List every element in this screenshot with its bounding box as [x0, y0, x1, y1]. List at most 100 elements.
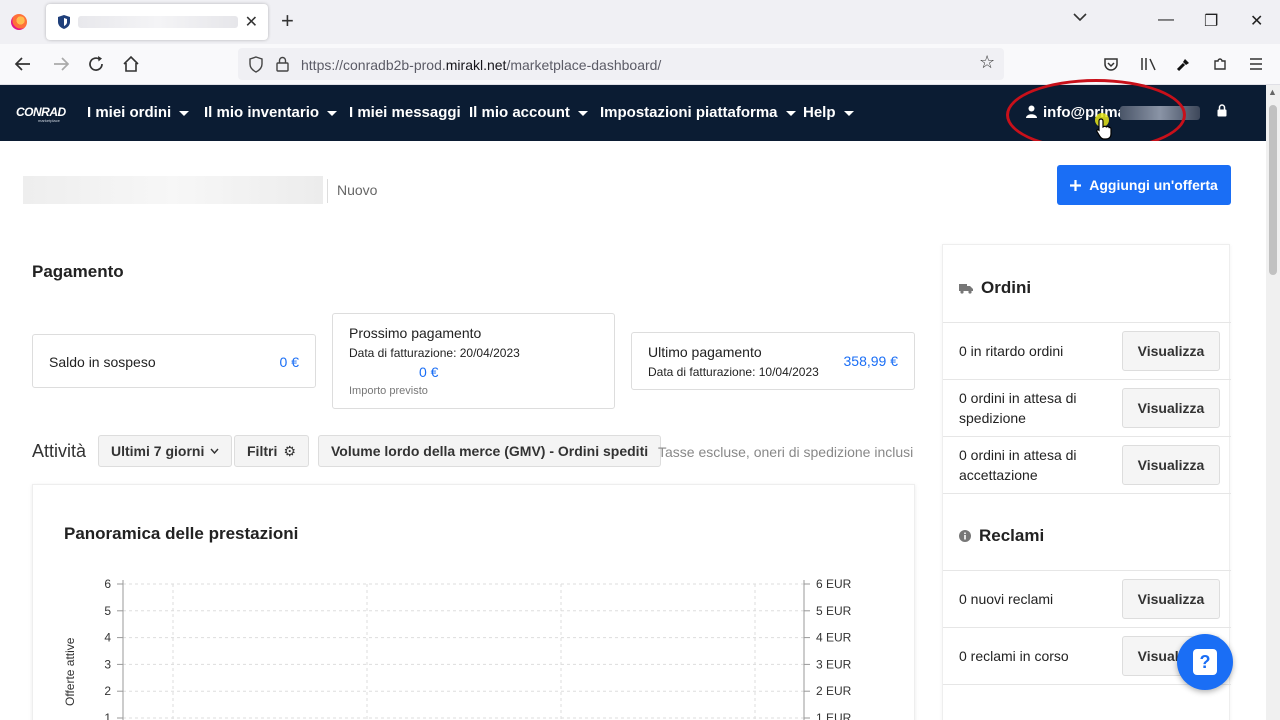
claims-title: Reclami — [979, 526, 1045, 545]
url-text: https://conradb2b-prod.mirakl.net/market… — [301, 57, 662, 73]
scroll-thumb[interactable] — [1269, 105, 1277, 275]
caret-down-icon — [577, 110, 588, 116]
page-content: Nuovo Aggiungi un'offerta Pagamento Sald… — [0, 141, 1266, 720]
caret-down-icon — [327, 110, 338, 116]
y-tick-label: 3 — [104, 657, 111, 671]
pending-balance-card: Saldo in sospeso 0 € — [32, 334, 316, 388]
library-icon[interactable] — [1140, 56, 1158, 72]
orders-title: Ordini — [981, 278, 1032, 297]
y-tick-label: 2 — [104, 684, 111, 698]
divider — [327, 179, 328, 203]
filters-button[interactable]: Filtri ⚙ — [234, 435, 309, 467]
list-item: 0 in ritardo ordini Visualizza — [943, 322, 1231, 379]
scroll-up-icon[interactable]: ▲ — [1268, 87, 1277, 97]
y2-tick-label: 5 EUR — [816, 604, 852, 618]
orders-late-text: 0 in ritardo ordini — [959, 343, 1064, 359]
home-icon[interactable] — [122, 55, 140, 73]
page-scrollbar[interactable]: ▲ — [1266, 85, 1280, 720]
next-payment-date: Data di fatturazione: 20/04/2023 — [349, 346, 520, 360]
list-item: 0 ordini in attesa di spedizione Visuali… — [943, 379, 1231, 436]
divider — [943, 493, 1231, 494]
next-payment-note: Importo previsto — [349, 385, 428, 397]
menu-my-messages[interactable]: I miei messaggi — [349, 104, 461, 121]
add-offer-button[interactable]: Aggiungi un'offerta — [1057, 165, 1231, 205]
performance-card: Panoramica delle prestazioni 66 EUR 5 5 EU… — [32, 484, 915, 720]
last-payment-date: Data di fatturazione: 10/04/2023 — [648, 365, 819, 379]
y2-tick-label: 1 EUR — [816, 711, 852, 720]
performance-chart: 6 6 EUR 5 5 EUR 4 4 EUR 3 3 EUR 2 2 EUR 1 1 EUR Offe… — [63, 577, 852, 720]
period-dropdown[interactable]: Ultimi 7 giorni — [98, 435, 233, 467]
menu-my-inventory[interactable]: Il mio inventario — [204, 104, 338, 121]
add-offer-label: Aggiungi un'offerta — [1089, 177, 1218, 193]
gear-icon: ⚙ — [283, 442, 296, 459]
orders-heading: Ordini — [959, 278, 1031, 298]
bookmark-star-icon[interactable]: ☆ — [979, 52, 995, 73]
help-icon: ? — [1193, 649, 1217, 675]
y2-tick-label: 4 EUR — [816, 631, 852, 645]
tab-close-icon[interactable]: ✕ — [245, 12, 258, 32]
conrad-logo-sub: marketplace — [38, 118, 60, 123]
list-item: 0 nuovi reclami Visualizza — [943, 570, 1231, 627]
shield-favicon-icon — [58, 15, 70, 29]
metric-label: Volume lordo della merce (GMV) - Ordini … — [331, 443, 649, 459]
activity-title: Attività — [32, 441, 87, 461]
forward-icon[interactable] — [52, 56, 70, 72]
view-awaiting-shipment-button[interactable]: Visualizza — [1122, 388, 1220, 428]
menu-help[interactable]: Help — [803, 104, 854, 121]
truck-icon — [959, 283, 973, 294]
ongoing-claims-text: 0 reclami in corso — [959, 648, 1069, 664]
lock-icon[interactable] — [1217, 104, 1227, 117]
shop-name-redacted — [23, 176, 323, 204]
y-tick-label: 5 — [104, 604, 111, 618]
url-bar[interactable]: https://conradb2b-prod.mirakl.net/market… — [238, 48, 1004, 80]
chevron-down-icon — [210, 448, 219, 454]
hamburger-menu-icon[interactable] — [1249, 57, 1263, 71]
tab-title-redacted — [78, 16, 238, 28]
plus-icon — [1070, 179, 1082, 191]
caret-down-icon — [179, 110, 190, 116]
payment-title: Pagamento — [32, 262, 124, 281]
menu-platform-settings[interactable]: Impostazioni piattaforma — [600, 104, 796, 121]
hand-cursor-icon — [1096, 118, 1112, 140]
metric-selector[interactable]: Volume lordo della merce (GMV) - Ordini … — [318, 435, 662, 467]
reload-icon[interactable] — [87, 55, 105, 73]
firefox-icon — [11, 14, 27, 30]
minimize-button[interactable]: — — [1158, 11, 1174, 29]
extension-tool-icon[interactable] — [1176, 56, 1192, 72]
help-button[interactable]: ? — [1177, 634, 1233, 690]
caret-down-icon — [785, 110, 796, 116]
chevron-down-icon[interactable] — [1073, 12, 1087, 22]
restore-button[interactable]: ❐ — [1204, 11, 1218, 31]
tracking-shield-icon[interactable] — [248, 56, 264, 73]
last-payment-amount: 358,99 € — [843, 353, 899, 369]
next-payment-amount: 0 € — [419, 364, 439, 380]
y-tick-label: 6 — [104, 577, 111, 591]
browser-tab[interactable]: ✕ — [46, 4, 268, 40]
shop-status: Nuovo — [337, 182, 378, 198]
orders-awaiting-acceptance-text: 0 ordini in attesa di accettazione — [959, 447, 1077, 483]
tax-note: Tasse escluse, oneri di spedizione inclu… — [658, 444, 914, 460]
extensions-puzzle-icon[interactable] — [1212, 56, 1228, 72]
browser-tab-bar: ✕ + — ❐ ✕ — [0, 0, 1280, 44]
new-tab-button[interactable]: + — [281, 10, 294, 32]
last-payment-card: Ultimo pagamento Data di fatturazione: 1… — [631, 332, 915, 390]
y-tick-label: 4 — [104, 631, 111, 645]
next-payment-card: Prossimo pagamento Data di fatturazione:… — [332, 313, 615, 409]
conrad-logo[interactable]: CONRAD — [16, 105, 66, 119]
view-late-orders-button[interactable]: Visualizza — [1122, 331, 1220, 371]
back-icon[interactable] — [14, 56, 32, 72]
info-icon — [959, 530, 971, 542]
pending-balance-amount: 0 € — [279, 354, 299, 370]
y2-tick-label: 6 EUR — [816, 577, 852, 591]
view-new-claims-button[interactable]: Visualizza — [1122, 579, 1220, 619]
menu-my-account[interactable]: Il mio account — [469, 104, 588, 121]
lock-icon[interactable] — [276, 56, 289, 72]
menu-my-orders[interactable]: I miei ordini — [87, 104, 190, 121]
y-tick-label: 1 — [104, 711, 111, 720]
pocket-icon[interactable] — [1103, 56, 1119, 72]
pending-balance-label: Saldo in sospeso — [49, 354, 156, 370]
claims-heading: Reclami — [959, 526, 1044, 546]
view-awaiting-acceptance-button[interactable]: Visualizza — [1122, 445, 1220, 485]
orders-awaiting-shipment-text: 0 ordini in attesa di spedizione — [959, 390, 1077, 426]
close-window-button[interactable]: ✕ — [1250, 11, 1263, 31]
